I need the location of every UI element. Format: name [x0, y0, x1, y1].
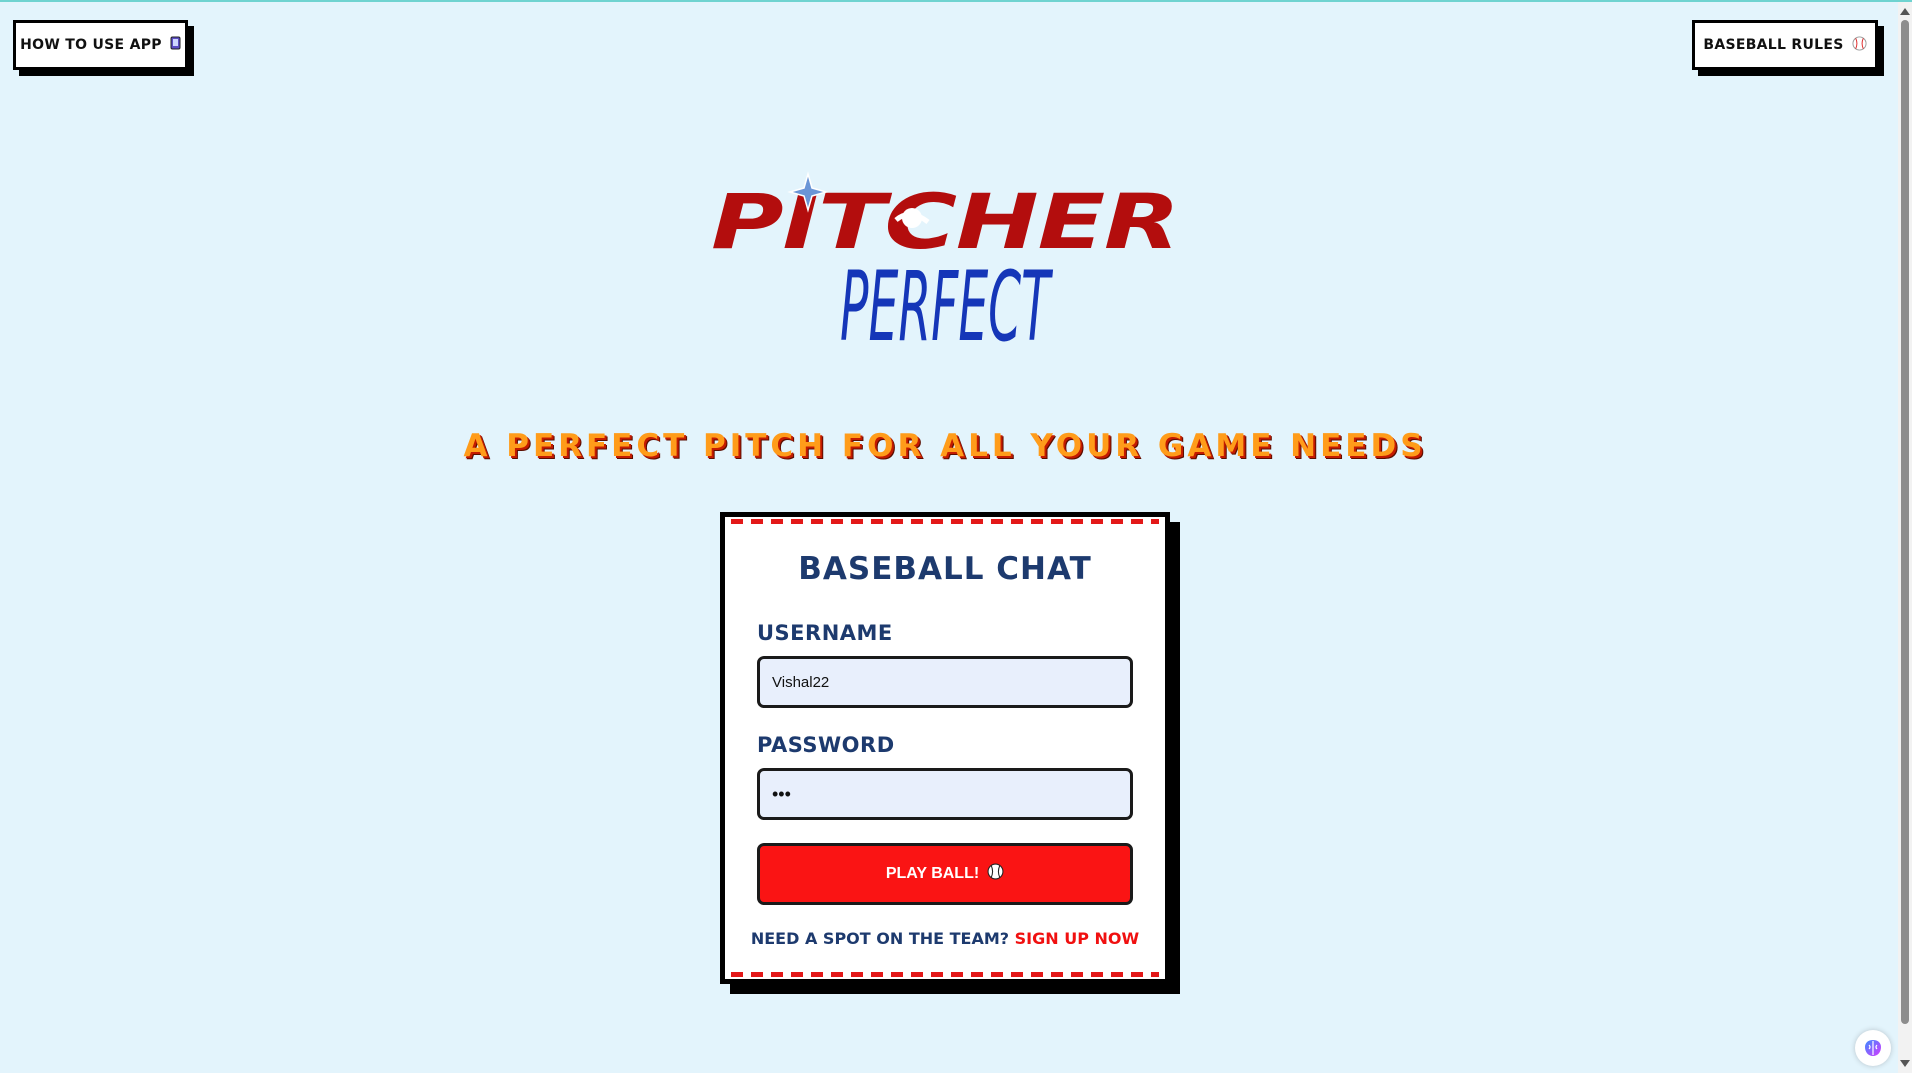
brain-icon[interactable] [1855, 1030, 1891, 1066]
scroll-down-arrow-icon[interactable] [1900, 1060, 1910, 1067]
username-label: USERNAME [757, 621, 893, 645]
baseball-icon [987, 863, 1004, 885]
signup-prompt: NEED A SPOT ON THE TEAM? SIGN UP NOW [725, 929, 1165, 948]
vertical-scrollbar[interactable] [1898, 2, 1912, 1073]
password-input[interactable] [757, 768, 1133, 820]
password-label: PASSWORD [757, 733, 895, 757]
tagline: A PERFECT PITCH FOR ALL YOUR GAME NEEDS [463, 428, 1427, 464]
play-ball-button[interactable]: PLAY BALL! [757, 843, 1133, 905]
login-title: BASEBALL CHAT [798, 551, 1092, 587]
signup-prompt-text: NEED A SPOT ON THE TEAM? [750, 929, 1010, 948]
username-input[interactable] [757, 656, 1133, 708]
baseball-rules-label: BASEBALL RULES [1703, 37, 1844, 53]
scroll-up-arrow-icon[interactable] [1900, 8, 1910, 15]
how-to-use-app-label: HOW TO USE APP [20, 37, 162, 53]
sign-up-link[interactable]: SIGN UP NOW [1015, 929, 1140, 948]
play-ball-label: PLAY BALL! [885, 865, 980, 882]
baseball-rules-button[interactable]: BASEBALL RULES [1692, 20, 1878, 70]
login-card: BASEBALL CHAT USERNAME PASSWORD PLAY BAL… [720, 512, 1170, 984]
phone-icon [170, 36, 181, 54]
pitcher-perfect-logo: PITCHER PERFECT [700, 170, 1190, 363]
scroll-thumb[interactable] [1901, 20, 1909, 1024]
baseball-icon [1852, 35, 1867, 55]
logo-perfect-text: PERFECT [840, 251, 1053, 350]
how-to-use-app-button[interactable]: HOW TO USE APP [13, 20, 188, 70]
